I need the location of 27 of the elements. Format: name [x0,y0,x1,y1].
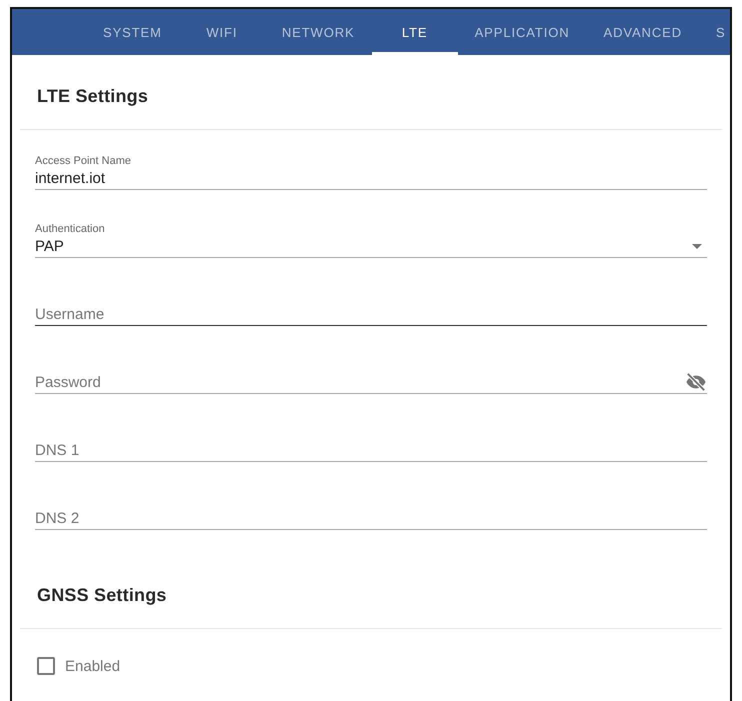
input-field[interactable]: Username [35,276,707,326]
tab[interactable]: SYSTEM [86,9,179,55]
field-placeholder: Username [35,306,104,322]
field-label: Access Point Name [35,155,132,167]
section-heading: LTE Settings [36,85,150,108]
tab[interactable]: ADVANCED [586,9,699,55]
tab[interactable]: LTE [372,9,458,55]
input-field[interactable]: Access Point Name internet.iot [35,140,707,190]
field-placeholder: DNS 1 [35,442,80,458]
checkbox[interactable] [37,657,55,675]
caret-icon [692,244,702,248]
section-heading: GNSS Settings [36,584,168,607]
tab[interactable]: APPLICATION [458,9,587,55]
input-field[interactable]: Password [35,344,707,394]
tab[interactable]: WIFI [178,9,265,55]
eye-slash-icon[interactable] [685,372,707,392]
field-value: internet.iot [35,170,106,186]
field-label: Authentication [35,223,106,235]
field-value: PAP [35,238,64,254]
input-field[interactable]: DNS 1 [35,412,707,462]
checkbox-row[interactable]: Enabled [35,657,707,675]
tab[interactable]: S [699,9,728,55]
tab[interactable]: NETWORK [264,9,372,55]
select-field[interactable]: Authentication PAP [35,208,707,258]
field-placeholder: Password [35,374,101,390]
field-placeholder: DNS 2 [35,510,80,526]
input-field[interactable]: DNS 2 [35,480,707,530]
